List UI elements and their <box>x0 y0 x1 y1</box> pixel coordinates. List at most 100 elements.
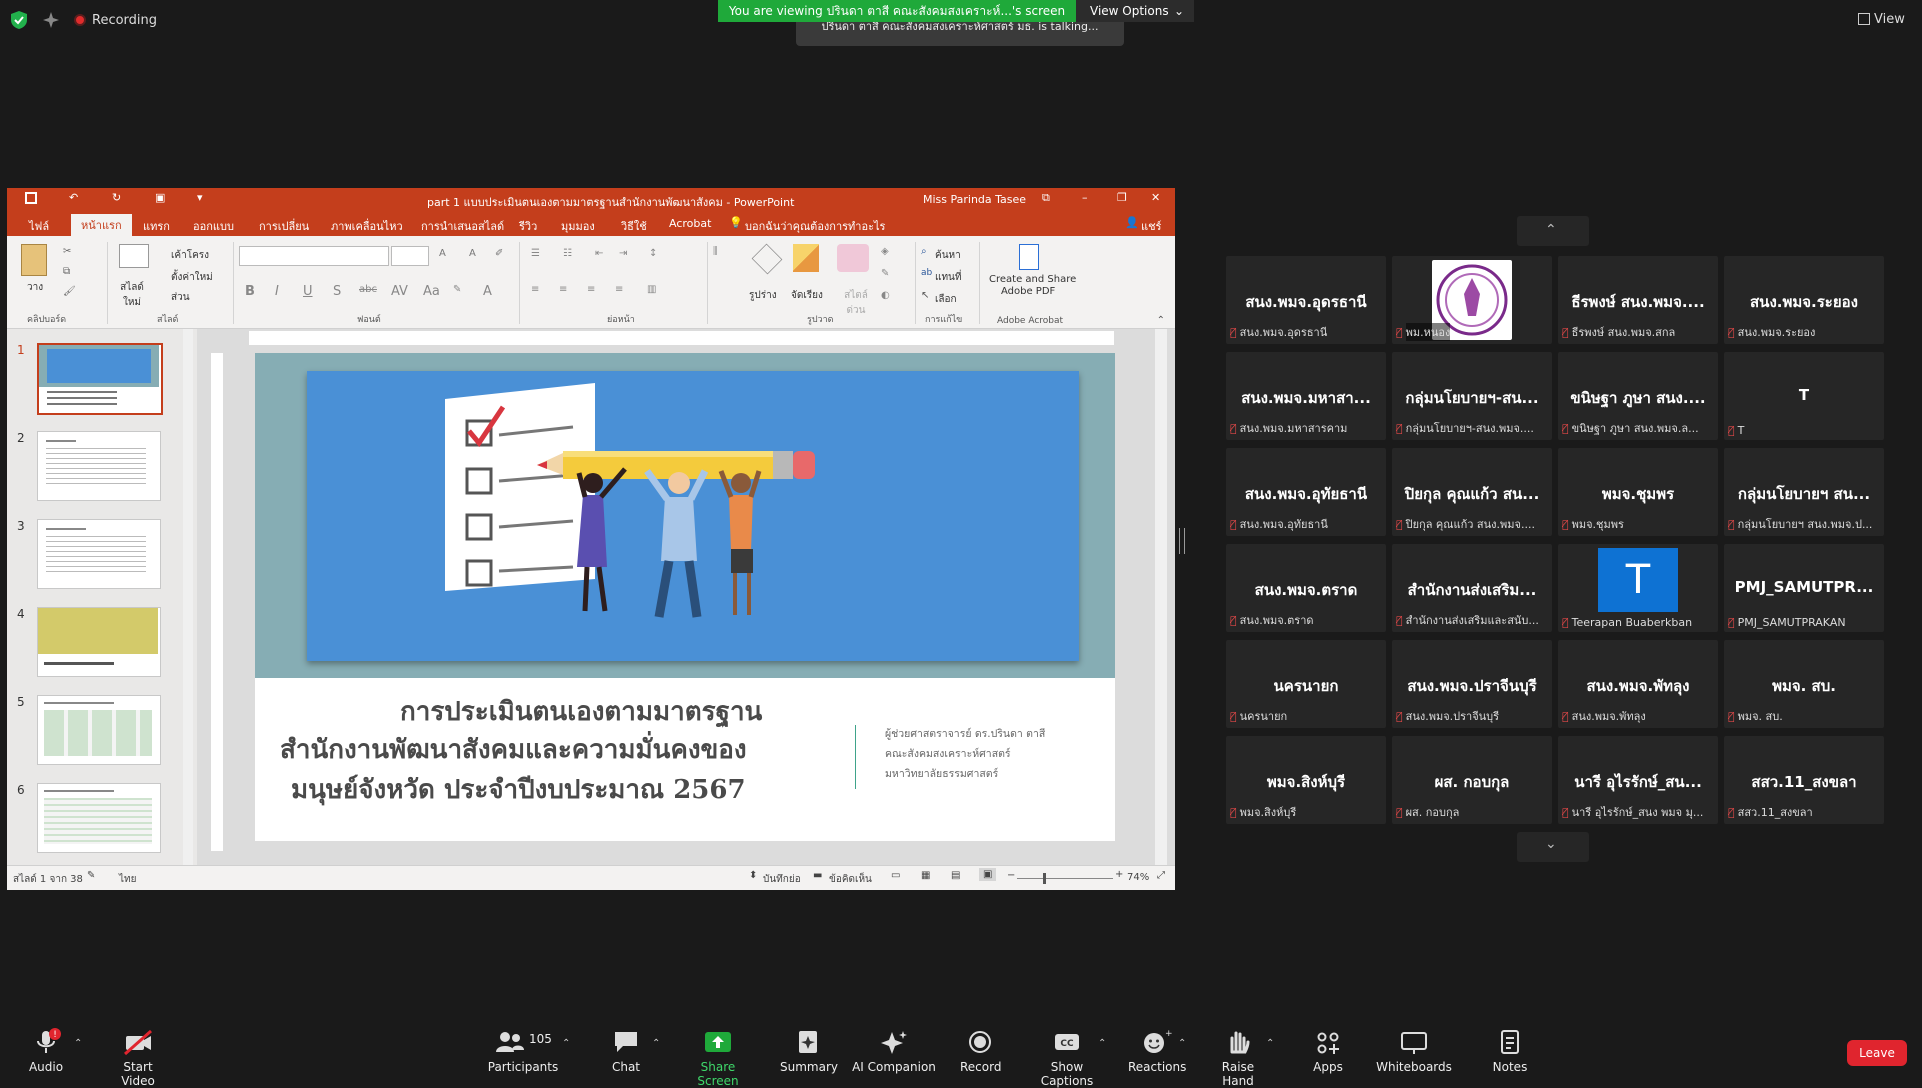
tab-review[interactable]: รีวิว <box>519 217 537 235</box>
create-share-button[interactable]: Create and Share <box>989 274 1076 285</box>
start-video-button[interactable]: Start Video <box>108 1028 168 1088</box>
participant-tile[interactable]: นครนายก 🎙̸ นครนายก <box>1226 640 1386 728</box>
participant-tile[interactable]: สนง.พมจ.พัทลุง 🎙̸ สนง.พมจ.พัทลุง <box>1558 640 1718 728</box>
audio-options-caret[interactable]: ⌃ <box>74 1038 82 1049</box>
tab-design[interactable]: ออกแบบ <box>193 217 234 235</box>
line-spacing-icon[interactable]: ↕ <box>649 248 657 259</box>
slide-thumbnails-pane[interactable]: 1 2 3 4 5 6 <box>7 329 197 865</box>
participant-tile[interactable]: พมจ.ชุมพร 🎙̸ พมจ.ชุมพร <box>1558 448 1718 536</box>
participant-tile[interactable]: สนง.พมจ.อุทัยธานี 🎙̸ สนง.พมจ.อุทัยธานี <box>1226 448 1386 536</box>
participant-tile[interactable]: T 🎙̸ T <box>1724 352 1884 440</box>
slide-thumbnail[interactable] <box>37 783 161 853</box>
editor-scrollbar[interactable] <box>1155 329 1167 865</box>
sorter-view-icon[interactable]: ▦ <box>921 870 930 881</box>
tab-slideshow[interactable]: การนำเสนอสไลด์ <box>421 217 504 235</box>
find-button[interactable]: ค้นหา <box>935 248 961 263</box>
participants-button[interactable]: 105 Participants <box>483 1028 563 1074</box>
share-button[interactable]: แชร์ <box>1141 217 1161 235</box>
tab-insert[interactable]: แทรก <box>143 217 170 235</box>
tab-animations[interactable]: ภาพเคลื่อนไหว <box>331 217 403 235</box>
paste-button[interactable]: วาง <box>27 280 43 295</box>
slideshow-view-icon[interactable]: ▣ <box>979 868 997 881</box>
shape-outline-icon[interactable]: ✎ <box>881 268 889 279</box>
leave-button[interactable]: Leave <box>1847 1040 1907 1066</box>
tab-transitions[interactable]: การเปลี่ยน <box>259 217 309 235</box>
underline-icon[interactable]: U <box>303 284 313 299</box>
select-button[interactable]: เลือก <box>935 292 957 307</box>
cut-icon[interactable]: ✂ <box>63 246 71 257</box>
shape-effects-icon[interactable]: ◐ <box>881 290 890 301</box>
normal-view-icon[interactable]: ▭ <box>891 870 900 881</box>
participant-tile[interactable]: สนง.พมจ.มหาสา... 🎙̸ สนง.พมจ.มหาสารคาม <box>1226 352 1386 440</box>
participant-tile[interactable]: สสว.11_สงขลา 🎙̸ สสว.11_สงขลา <box>1724 736 1884 824</box>
shapes-gallery-icon[interactable] <box>751 243 783 275</box>
zoom-level[interactable]: 74% <box>1127 872 1149 883</box>
tab-view[interactable]: มุมมอง <box>561 217 595 235</box>
participant-tile[interactable]: ธีรพงษ์ สนง.พมจ.... 🎙̸ ธีรพงษ์ สนง.พมจ.สก… <box>1558 256 1718 344</box>
slide-thumbnail[interactable] <box>37 343 163 415</box>
recording-indicator[interactable]: Recording <box>74 9 157 31</box>
decrease-indent-icon[interactable]: ⇤ <box>595 248 603 259</box>
slide-thumbnail[interactable] <box>37 607 161 677</box>
adobe-pdf-icon[interactable] <box>1019 244 1039 270</box>
highlight-icon[interactable]: ✎ <box>453 284 461 295</box>
whiteboards-button[interactable]: Whiteboards <box>1376 1028 1452 1074</box>
captions-options-caret[interactable]: ⌃ <box>1098 1038 1106 1049</box>
center-icon[interactable]: ≡ <box>559 284 567 295</box>
collapse-ribbon-icon[interactable]: ⌃ <box>1157 315 1165 326</box>
security-shield-icon[interactable] <box>8 9 30 31</box>
zoom-in-icon[interactable]: + <box>1115 869 1123 880</box>
reactions-button[interactable]: + Reactions <box>1128 1028 1186 1074</box>
redo-icon[interactable]: ↻ <box>112 191 121 204</box>
zoom-slider-thumb[interactable] <box>1043 873 1046 884</box>
char-spacing-icon[interactable]: AV <box>391 284 408 299</box>
notes-button[interactable]: บันทึกย่อ <box>763 872 801 887</box>
align-right-icon[interactable]: ≡ <box>587 284 595 295</box>
quick-styles-icon[interactable] <box>837 244 869 272</box>
undo-icon[interactable]: ↶ <box>69 191 78 204</box>
paste-clipboard-icon[interactable] <box>21 244 47 276</box>
language-indicator[interactable]: ไทย <box>119 872 136 887</box>
arrange-icon[interactable] <box>793 244 819 272</box>
participant-tile[interactable]: ผส. กอบกุล 🎙̸ ผส. กอบกุล <box>1392 736 1552 824</box>
tab-help[interactable]: วิธีใช้ <box>621 217 647 235</box>
arrange-button[interactable]: จัดเรียง <box>791 288 823 303</box>
close-icon[interactable]: ✕ <box>1151 191 1160 204</box>
fit-slide-icon[interactable]: ⤢ <box>1157 870 1165 881</box>
bullets-icon[interactable]: ☰ <box>531 248 540 259</box>
record-button[interactable]: Record <box>960 1028 1001 1074</box>
participants-options-caret[interactable]: ⌃ <box>562 1038 570 1049</box>
strikethrough-icon[interactable]: abc <box>359 284 377 295</box>
italic-icon[interactable]: I <box>275 284 279 299</box>
participant-tile[interactable]: สนง.พมจ.ปราจีนบุรี 🎙̸ สนง.พมจ.ปราจีนบุรี <box>1392 640 1552 728</box>
font-size-box[interactable] <box>391 246 429 266</box>
thumbnail-scrollbar[interactable] <box>183 329 193 865</box>
slide-thumbnail[interactable] <box>37 519 161 589</box>
increase-indent-icon[interactable]: ⇥ <box>619 248 627 259</box>
maximize-icon[interactable]: ❐ <box>1117 191 1127 204</box>
notes-button[interactable]: Notes <box>1490 1028 1530 1074</box>
change-case-icon[interactable]: Aa <box>423 284 440 299</box>
increase-font-icon[interactable]: A <box>439 248 446 259</box>
participant-tile[interactable]: พมจ. สบ. 🎙̸ พมจ. สบ. <box>1724 640 1884 728</box>
new-slide-button[interactable]: สไลด์ใหม่ <box>115 280 149 310</box>
participant-tile[interactable]: 🎙̸ พม.หนอง <box>1392 256 1552 344</box>
customize-qat-icon[interactable]: ▾ <box>197 191 203 204</box>
view-options-button[interactable]: View Options ⌄ <box>1076 0 1194 22</box>
raise-hand-button[interactable]: Raise Hand <box>1208 1028 1268 1088</box>
participant-tile[interactable]: กลุ่มนโยบายฯ-สน... 🎙̸ กลุ่มนโยบายฯ-สนง.พม… <box>1392 352 1552 440</box>
participant-tile[interactable]: สนง.พมจ.ตราด 🎙̸ สนง.พมจ.ตราด <box>1226 544 1386 632</box>
chat-button[interactable]: Chat <box>606 1028 646 1074</box>
participant-tile[interactable]: T 🎙̸ Teerapan Buaberkban <box>1558 544 1718 632</box>
section-button[interactable]: ส่วน <box>171 290 190 305</box>
participant-tile[interactable]: นารี อุไรรักษ์_สน... 🎙̸ นารี อุไรรักษ์_สน… <box>1558 736 1718 824</box>
new-slide-icon[interactable] <box>119 244 149 268</box>
font-color-icon[interactable]: A <box>483 284 492 299</box>
chat-options-caret[interactable]: ⌃ <box>652 1038 660 1049</box>
audio-button[interactable]: ! Audio <box>26 1028 66 1074</box>
decrease-font-icon[interactable]: A <box>469 248 476 259</box>
save-icon[interactable] <box>25 192 37 204</box>
participant-tile[interactable]: พมจ.สิงห์บุรี 🎙̸ พมจ.สิงห์บุรี <box>1226 736 1386 824</box>
font-name-box[interactable] <box>239 246 389 266</box>
spellcheck-icon[interactable]: ✎ <box>87 870 95 881</box>
